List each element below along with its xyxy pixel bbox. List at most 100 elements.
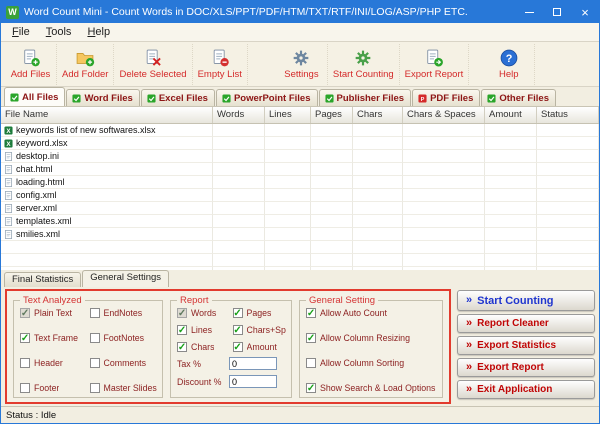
app-icon: W <box>6 6 19 19</box>
checkbox-label: FootNotes <box>104 333 145 343</box>
table-row[interactable]: server.xml <box>1 202 599 215</box>
files-tab-icon <box>487 94 496 103</box>
table-row[interactable]: Xkeyword.xlsx <box>1 137 599 150</box>
checkbox-endnotes[interactable]: EndNotes <box>90 308 158 318</box>
table-row[interactable]: smilies.xml <box>1 228 599 241</box>
column-header-status[interactable]: Status <box>537 107 599 123</box>
checked-box-icon: ✓ <box>306 308 316 318</box>
checkbox-header[interactable]: Header <box>20 358 88 368</box>
table-row[interactable]: config.xml <box>1 189 599 202</box>
help-icon: ? <box>499 48 519 68</box>
button-export-report[interactable]: »Export Report <box>457 358 595 377</box>
toolbar: Add FilesAdd FolderDelete Selected Empty … <box>1 42 599 87</box>
toolbar-label: Empty List <box>198 69 242 80</box>
tab-excel-files[interactable]: Excel Files <box>141 89 215 106</box>
status-bar: Status : Idle <box>1 406 599 423</box>
files-tab-icon <box>10 93 19 102</box>
close-button[interactable]: × <box>571 1 599 23</box>
unchecked-box-icon <box>90 308 100 318</box>
toolbar-help[interactable]: ?Help <box>483 44 535 85</box>
toolbar-label: Settings <box>284 69 318 80</box>
table-row[interactable]: loading.html <box>1 176 599 189</box>
tax-row: Tax % <box>177 357 286 370</box>
checkbox-label: Footer <box>34 383 59 393</box>
toolbar-delete-selected[interactable]: Delete Selected <box>114 44 192 85</box>
tab-final-statistics[interactable]: Final Statistics <box>4 272 81 287</box>
toolbar-start-counting[interactable]: Start Counting <box>328 44 400 85</box>
file-name-cell: smilies.xml <box>1 228 213 241</box>
cell <box>403 163 485 176</box>
menu-tools[interactable]: Tools <box>38 24 80 40</box>
menu-file[interactable]: File <box>4 24 38 40</box>
column-header-lines[interactable]: Lines <box>265 107 311 123</box>
tab-publisher-files[interactable]: Publisher Files <box>319 89 412 106</box>
checkbox-plain-text[interactable]: ✓Plain Text <box>20 308 88 318</box>
column-header-pages[interactable]: Pages <box>311 107 353 123</box>
column-header-file-name[interactable]: File Name <box>1 107 213 123</box>
cell <box>537 254 599 267</box>
toolbar-add-files[interactable]: Add Files <box>5 44 57 85</box>
minimize-button[interactable] <box>515 1 543 23</box>
checkbox-label: Header <box>34 358 63 368</box>
menu-help[interactable]: Help <box>79 24 118 40</box>
add-folder-icon <box>75 48 95 68</box>
button-exit-application[interactable]: »Exit Application <box>457 380 595 399</box>
discount-input[interactable] <box>229 375 277 388</box>
tab-powerpoint-files[interactable]: PowerPoint Files <box>216 89 318 106</box>
cell <box>311 189 353 202</box>
checkbox-label: Allow Auto Count <box>320 308 387 318</box>
file-icon <box>4 230 13 239</box>
toolbar-settings[interactable]: Settings <box>276 44 328 85</box>
chevrons-icon: » <box>466 295 472 306</box>
table-row[interactable]: desktop.ini <box>1 150 599 163</box>
checkbox-lines[interactable]: ✓Lines <box>177 325 231 335</box>
checkbox-comments[interactable]: Comments <box>90 358 158 368</box>
checkbox-allow-auto-count[interactable]: ✓ Allow Auto Count <box>306 308 437 318</box>
button-export-statistics[interactable]: »Export Statistics <box>457 336 595 355</box>
checked-box-icon: ✓ <box>177 308 187 318</box>
checkbox-allow-column-sorting[interactable]: Allow Column Sorting <box>306 358 437 368</box>
table-row[interactable]: Xkeywords list of new softwares.xlsx <box>1 124 599 137</box>
checkbox-amount[interactable]: ✓Amount <box>233 342 287 352</box>
toolbar-empty-list[interactable]: Empty List <box>193 44 248 85</box>
cell <box>353 241 403 254</box>
column-header-amount[interactable]: Amount <box>485 107 537 123</box>
table-row[interactable]: chat.html <box>1 163 599 176</box>
table-row[interactable]: templates.xml <box>1 215 599 228</box>
cell <box>403 202 485 215</box>
checkbox-chars-space[interactable]: ✓Chars+Space <box>233 325 287 335</box>
checkbox-pages[interactable]: ✓Pages <box>233 308 287 318</box>
cell <box>1 254 213 267</box>
files-tab-icon <box>147 94 156 103</box>
column-header-words[interactable]: Words <box>213 107 265 123</box>
column-header-chars[interactable]: Chars <box>353 107 403 123</box>
tab-general-settings[interactable]: General Settings <box>82 270 169 287</box>
file-name-cell: templates.xml <box>1 215 213 228</box>
tab-all-files[interactable]: All Files <box>4 87 65 106</box>
toolbar-add-folder[interactable]: Add Folder <box>57 44 114 85</box>
tab-label: PowerPoint Files <box>234 93 311 104</box>
checkbox-show-search-load-options-to-add-folders[interactable]: ✓Show Search & Load Options to Add Folde… <box>306 383 437 393</box>
button-start-counting[interactable]: » Start Counting <box>457 290 595 311</box>
column-header-chars-spaces[interactable]: Chars & Spaces <box>403 107 485 123</box>
tab-other-files[interactable]: Other Files <box>481 89 556 106</box>
unchecked-box-icon <box>90 333 100 343</box>
maximize-button[interactable] <box>543 1 571 23</box>
group-title: Report <box>177 295 212 306</box>
button-label: Start Counting <box>477 295 553 307</box>
tab-word-files[interactable]: Word Files <box>66 89 139 106</box>
checkbox-words[interactable]: ✓Words <box>177 308 231 318</box>
checkbox-footnotes[interactable]: FootNotes <box>90 333 158 343</box>
toolbar-export-report[interactable]: Export Report <box>400 44 470 85</box>
checkbox-allow-column-resizing[interactable]: ✓Allow Column Resizing <box>306 333 437 343</box>
checkbox-master-slides[interactable]: Master Slides <box>90 383 158 393</box>
checkbox-text-frame[interactable]: ✓Text Frame <box>20 333 88 343</box>
chevrons-icon: » <box>466 318 472 329</box>
settings-area: Text Analyzed ✓Plain TextEndNotes✓Text F… <box>1 287 599 406</box>
checkbox-footer[interactable]: Footer <box>20 383 88 393</box>
tax-input[interactable] <box>229 357 277 370</box>
cell <box>485 124 537 137</box>
button-report-cleaner[interactable]: »Report Cleaner <box>457 314 595 333</box>
tab-pdf-files[interactable]: PPDF Files <box>412 89 480 106</box>
checkbox-chars[interactable]: ✓Chars <box>177 342 231 352</box>
